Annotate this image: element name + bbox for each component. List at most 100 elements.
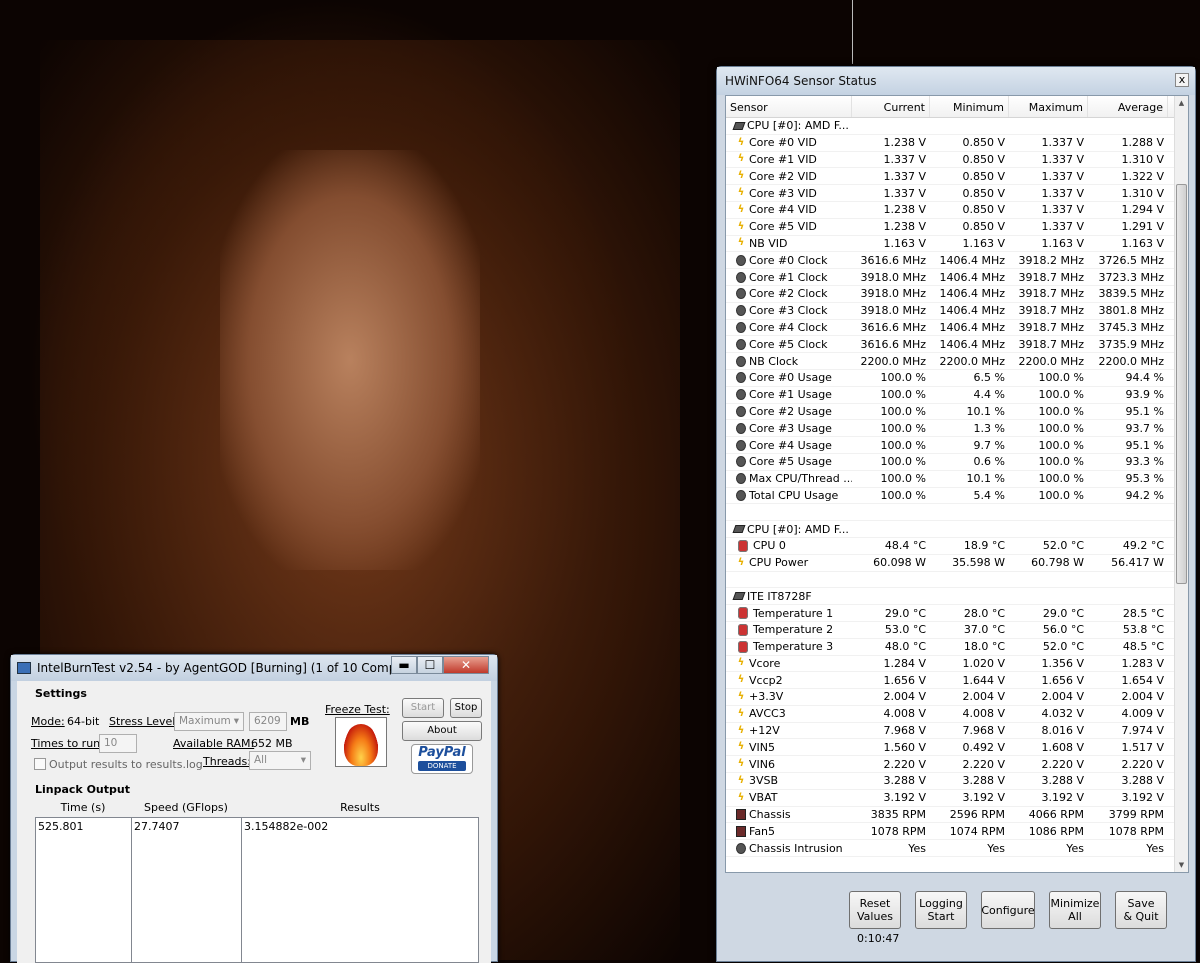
maximum-cell: 29.0 °C: [1042, 606, 1084, 620]
average-cell: 1.283 V: [1121, 656, 1164, 670]
stress-level-select[interactable]: Maximum ▾: [174, 712, 244, 731]
sensor-row[interactable]: Core #1 Clock 3918.0 MHz 1406.4 MHz 3918.7 …: [726, 269, 1188, 286]
sensor-row[interactable]: Core #2 Clock 3918.0 MHz 1406.4 MHz 3918.7 …: [726, 286, 1188, 303]
current-cell: 48.0 °C: [884, 640, 926, 654]
times-to-run-input[interactable]: 10: [99, 734, 137, 753]
sensor-row[interactable]: ϟ Core #0 VID 1.238 V 0.850 V 1.337 V 1.288 V: [726, 135, 1188, 152]
threads-select[interactable]: All ▾: [249, 751, 311, 770]
sensor-row[interactable]: Fan5 1078 RPM 1074 RPM 1086 RPM 1078 RPM: [726, 823, 1188, 841]
average-cell: 1.163 V: [1121, 236, 1164, 250]
sensor-row[interactable]: Core #3 Usage 100.0 % 1.3 % 100.0 % 93.7 %: [726, 420, 1188, 438]
sensor-row[interactable]: ϟ Vccp2 1.656 V 1.644 V 1.656 V 1.654 V: [726, 672, 1188, 690]
sensor-row[interactable]: ϟ Core #4 VID 1.238 V 0.850 V 1.337 V 1.294 V: [726, 202, 1188, 219]
sensor-row[interactable]: ϟ VIN5 1.560 V 0.492 V 1.608 V 1.517 V: [726, 739, 1188, 757]
sensor-row[interactable]: Core #1 Usage 100.0 % 4.4 % 100.0 % 93.9 %: [726, 387, 1188, 404]
hwinfo-titlebar[interactable]: HWiNFO64 Sensor Status: [717, 67, 1195, 95]
sensor-row[interactable]: Temperature 1 29.0 °C 28.0 °C 29.0 °C 28.5 °…: [726, 605, 1188, 622]
sensor-row[interactable]: Core #0 Clock 3616.6 MHz 1406.4 MHz 3918.2 …: [726, 252, 1188, 270]
sensor-row[interactable]: NB Clock 2200.0 MHz 2200.0 MHz 2200.0 MHz 22…: [726, 353, 1188, 370]
current-cell: 1.337 V: [883, 152, 926, 166]
sensor-row[interactable]: ϟ CPU Power 60.098 W 35.598 W 60.798 W 56.417…: [726, 555, 1188, 572]
sensor-group-row[interactable]: CPU [#0]: AMD F...: [726, 118, 1188, 135]
minimize-all-label: Minimize All: [1050, 897, 1100, 923]
sensor-label: Core #0 Clock: [749, 253, 828, 267]
current-cell: 1.238 V: [883, 220, 926, 234]
column-header-current[interactable]: Current: [852, 96, 930, 117]
sensor-row[interactable]: Chassis 3835 RPM 2596 RPM 4066 RPM 3799 RPM: [726, 807, 1188, 824]
sensor-row[interactable]: ϟ NB VID 1.163 V 1.163 V 1.163 V 1.163 V: [726, 236, 1188, 253]
column-header-maximum[interactable]: Maximum: [1009, 96, 1088, 117]
sensor-row[interactable]: ϟ Core #2 VID 1.337 V 0.850 V 1.337 V 1.322 V: [726, 168, 1188, 186]
output-results-checkbox[interactable]: [34, 758, 46, 770]
column-header-minimum[interactable]: Minimum: [930, 96, 1009, 117]
configure-button[interactable]: Configure: [981, 891, 1035, 929]
sensor-row[interactable]: ϟ 3VSB 3.288 V 3.288 V 3.288 V 3.288 V: [726, 773, 1188, 790]
save-quit-button[interactable]: Save & Quit: [1115, 891, 1167, 929]
close-icon[interactable]: x: [1175, 73, 1189, 87]
sensor-row[interactable]: Core #5 Clock 3616.6 MHz 1406.4 MHz 3918.7 …: [726, 336, 1188, 354]
reset-values-button[interactable]: Reset Values: [849, 891, 901, 929]
scroll-thumb[interactable]: [1176, 184, 1187, 584]
sensor-row[interactable]: ϟ Core #5 VID 1.238 V 0.850 V 1.337 V 1.291 V: [726, 219, 1188, 236]
minimize-icon[interactable]: ▬: [391, 656, 417, 674]
current-cell: 2.004 V: [883, 690, 926, 704]
sensor-row[interactable]: Core #3 Clock 3918.0 MHz 1406.4 MHz 3918.7 …: [726, 303, 1188, 320]
maximize-icon[interactable]: ☐: [417, 656, 443, 674]
scroll-up-icon[interactable]: ▲: [1175, 96, 1188, 110]
sensor-row[interactable]: ϟ AVCC3 4.008 V 4.008 V 4.032 V 4.009 V: [726, 706, 1188, 723]
sensor-row[interactable]: Temperature 2 53.0 °C 37.0 °C 56.0 °C 53.8 °…: [726, 622, 1188, 639]
sensor-row[interactable]: Chassis Intrusion Yes Yes Yes Yes: [726, 840, 1188, 858]
current-cell: 3616.6 MHz: [860, 337, 926, 351]
sensor-row[interactable]: ϟ VIN6 2.220 V 2.220 V 2.220 V 2.220 V: [726, 756, 1188, 774]
logging-start-button[interactable]: Logging Start: [915, 891, 967, 929]
average-cell: 93.7 %: [1125, 421, 1164, 435]
sensor-row[interactable]: ϟ +3.3V 2.004 V 2.004 V 2.004 V 2.004 V: [726, 689, 1188, 706]
sensor-row[interactable]: ϟ Core #1 VID 1.337 V 0.850 V 1.337 V 1.310 V: [726, 152, 1188, 169]
sensor-row[interactable]: Core #4 Usage 100.0 % 9.7 % 100.0 % 95.1 %: [726, 437, 1188, 454]
sensor-row[interactable]: Core #0 Usage 100.0 % 6.5 % 100.0 % 94.4 %: [726, 370, 1188, 387]
voltage-icon: ϟ: [737, 556, 745, 568]
sensor-group-row[interactable]: ITE IT8728F: [726, 588, 1188, 606]
minimum-cell: 18.0 °C: [963, 640, 1005, 654]
sensor-group-row[interactable]: CPU [#0]: AMD F...: [726, 521, 1188, 538]
minimize-all-button[interactable]: Minimize All: [1049, 891, 1101, 929]
sensor-row[interactable]: ϟ +12V 7.968 V 7.968 V 8.016 V 7.974 V: [726, 723, 1188, 740]
maximum-cell: 52.0 °C: [1042, 539, 1084, 553]
sensor-row[interactable]: Max CPU/Thread ... 100.0 % 10.1 % 100.0 % 95…: [726, 471, 1188, 488]
column-header-average[interactable]: Average: [1088, 96, 1168, 117]
sensor-row[interactable]: Core #2 Usage 100.0 % 10.1 % 100.0 % 95.1 %: [726, 404, 1188, 421]
voltage-icon: ϟ: [737, 153, 745, 165]
sensor-row[interactable]: ϟ Core #3 VID 1.337 V 0.850 V 1.337 V 1.310 V: [726, 185, 1188, 202]
sensor-row[interactable]: CPU 0 48.4 °C 18.9 °C 52.0 °C 49.2 °C: [726, 538, 1188, 555]
clock-icon: [736, 489, 746, 501]
sensor-label: Core #5 VID: [749, 220, 817, 234]
current-cell: 100.0 %: [880, 455, 926, 469]
about-button[interactable]: About: [402, 721, 482, 741]
average-cell: 1.654 V: [1121, 673, 1164, 687]
scroll-down-icon[interactable]: ▼: [1175, 858, 1188, 872]
sensor-row[interactable]: ϟ VBAT 3.192 V 3.192 V 3.192 V 3.192 V: [726, 790, 1188, 807]
sensor-scrollbar[interactable]: ▲ ▼: [1174, 96, 1188, 872]
sensor-row[interactable]: Core #5 Usage 100.0 % 0.6 % 100.0 % 93.3 %: [726, 454, 1188, 471]
logging-start-label: Logging Start: [919, 897, 963, 923]
start-button[interactable]: Start: [402, 698, 444, 718]
sensor-label: Vcore: [749, 656, 781, 670]
current-cell: 3918.0 MHz: [860, 304, 926, 318]
paypal-donate-button[interactable]: PayPal DONATE: [411, 744, 473, 774]
column-header-sensor[interactable]: Sensor: [726, 96, 852, 117]
sensor-row[interactable]: ϟ Vcore 1.284 V 1.020 V 1.356 V 1.283 V: [726, 656, 1188, 673]
sensor-row[interactable]: Temperature 3 48.0 °C 18.0 °C 52.0 °C 48.5 °…: [726, 639, 1188, 656]
memory-size-input[interactable]: 6209: [249, 712, 287, 731]
sensor-row[interactable]: Total CPU Usage 100.0 % 5.4 % 100.0 % 94.2 %: [726, 488, 1188, 505]
sensor-row[interactable]: Core #4 Clock 3616.6 MHz 1406.4 MHz 3918.7 …: [726, 320, 1188, 337]
maximum-cell: 2.004 V: [1041, 690, 1084, 704]
voltage-icon: ϟ: [737, 741, 745, 753]
hwinfo-window: HWiNFO64 Sensor Status x Sensor Current …: [716, 66, 1196, 962]
average-cell: 3726.5 MHz: [1098, 253, 1164, 267]
minimum-cell: 0.6 %: [973, 455, 1005, 469]
available-ram-value: 652 MB: [251, 737, 293, 750]
stop-button[interactable]: Stop: [450, 698, 482, 718]
sensor-label: AVCC3: [749, 707, 786, 721]
maximum-cell: 1.163 V: [1041, 236, 1084, 250]
close-window-icon[interactable]: ✕: [443, 656, 489, 674]
